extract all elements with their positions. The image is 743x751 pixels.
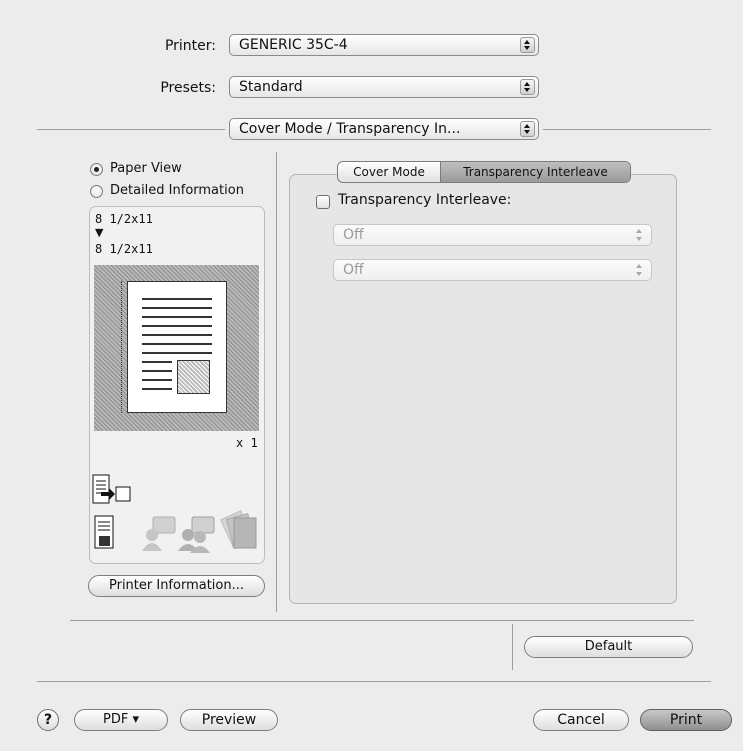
tab-cover-mode[interactable]: Cover Mode [338,162,441,182]
tab-control[interactable]: Cover Mode Transparency Interleave [337,161,631,183]
select-1-value: Off [343,227,364,243]
account-track-icon [178,516,215,553]
text-line [142,370,172,372]
popup-arrows-icon [633,227,648,243]
copies-count: x 1 [236,436,258,450]
transparency-interleave-checkbox[interactable] [316,195,330,209]
select-2-value: Off [343,262,364,278]
paper-view-radio[interactable] [90,163,103,176]
presets-value: Standard [239,79,303,95]
printer-popup[interactable]: GENERIC 35C-4 [229,34,539,56]
text-line [142,361,172,363]
popup-arrows-icon [633,262,648,278]
tab-transparency-interleave[interactable]: Transparency Interleave [441,162,630,182]
source-size: 8 1/2x11 [95,212,153,226]
help-button[interactable]: ? [37,709,59,731]
detailed-info-radio[interactable] [90,185,103,198]
text-line [142,388,172,390]
presets-popup[interactable]: Standard [229,76,539,98]
output-size: 8 1/2x11 [95,242,153,256]
default-button[interactable]: Default [524,636,693,658]
flow-arrow-icon: ▼ [95,226,104,239]
paper-view-label: Paper View [110,161,182,176]
preview-button[interactable]: Preview [180,709,278,731]
separator [543,129,711,130]
printer-value: GENERIC 35C-4 [239,37,348,53]
presets-label: Presets: [160,80,216,96]
panel-popup[interactable]: Cover Mode / Transparency In... [229,118,539,140]
tray-stack-icon [220,510,257,549]
page-thumbnail [127,281,227,413]
panel-value: Cover Mode / Transparency In... [239,121,461,137]
text-line [142,352,212,354]
transparency-select-1[interactable]: Off [333,224,652,246]
printer-label: Printer: [164,38,216,54]
text-line [142,343,212,345]
detailed-info-label: Detailed Information [110,183,244,198]
text-line [142,307,212,309]
image-placeholder [177,360,210,394]
transparency-select-2[interactable]: Off [333,259,652,281]
separator [37,129,225,130]
text-line [142,316,212,318]
printer-information-button[interactable]: Printer Information... [88,575,265,597]
column-divider [276,152,277,612]
text-line [142,325,212,327]
printer-document-icon [94,515,114,549]
text-line [142,379,172,381]
cancel-button[interactable]: Cancel [533,709,629,731]
transparency-interleave-label: Transparency Interleave: [338,192,512,208]
print-button[interactable]: Print [640,709,732,731]
popup-arrows-icon [520,121,535,137]
separator [70,620,694,621]
popup-arrows-icon [520,37,535,53]
user-auth-icon [142,516,176,551]
separator [512,624,513,670]
separator [37,681,711,682]
pdf-menu-button[interactable]: PDF ▾ [74,709,168,731]
popup-arrows-icon [520,79,535,95]
staple-output-icon [92,474,131,504]
text-line [142,298,212,300]
text-line [142,334,212,336]
